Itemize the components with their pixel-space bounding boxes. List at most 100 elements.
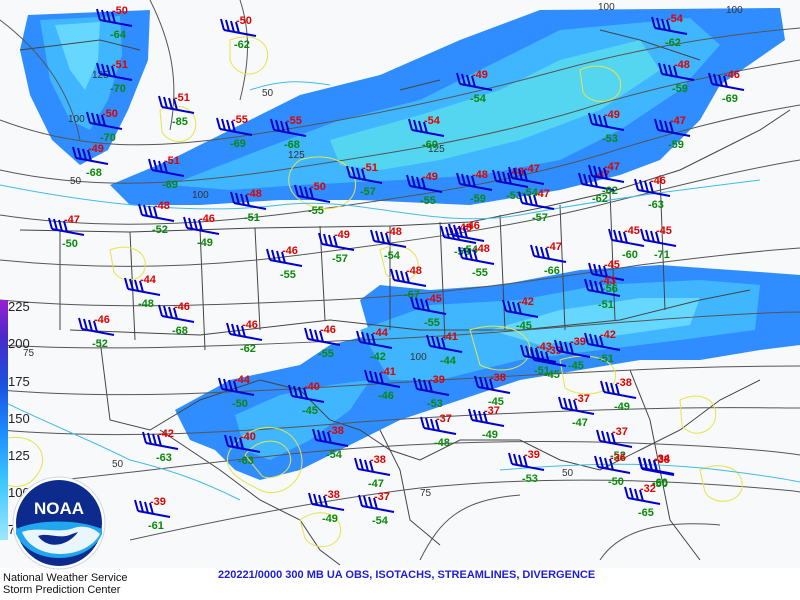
station-dewpoint: -49 <box>614 401 630 413</box>
station-temperature: -50 <box>236 15 252 27</box>
station-temperature: -39 <box>150 496 166 508</box>
station-dewpoint: -55 <box>420 195 436 207</box>
colorbar-label: 225 <box>8 299 30 314</box>
contour-label: 100 <box>726 5 743 16</box>
station-dewpoint: -68 <box>284 139 300 151</box>
station-temperature: -48 <box>154 200 170 212</box>
station-dewpoint: -53 <box>522 473 538 485</box>
station-dewpoint: -63 <box>648 199 664 211</box>
station-dewpoint: -70 <box>110 83 126 95</box>
org-line-2: Storm Prediction Center <box>3 584 121 596</box>
station-temperature: -41 <box>380 366 396 378</box>
station-dewpoint: -69 <box>162 179 178 191</box>
station-dewpoint: -61 <box>148 520 164 532</box>
colorbar-label: 150 <box>8 411 30 426</box>
station-dewpoint: -59 <box>470 193 486 205</box>
station-temperature: -46 <box>320 324 336 336</box>
colorbar-label: 125 <box>8 448 30 463</box>
station-temperature: -38 <box>490 372 506 384</box>
station-dewpoint: -44 <box>440 355 457 367</box>
station-temperature: -46 <box>650 175 666 187</box>
station-dewpoint: -54 <box>372 515 389 527</box>
contour-label: 50 <box>262 88 274 99</box>
station-dewpoint: -64 <box>110 29 127 41</box>
station-temperature: -42 <box>158 428 174 440</box>
station-temperature: -38 <box>616 377 632 389</box>
station-dewpoint: -49 <box>322 513 338 525</box>
contour-label: 50 <box>70 176 82 187</box>
station-temperature: -51 <box>174 92 190 104</box>
station-temperature: -50 <box>112 5 128 17</box>
station-dewpoint: -48 <box>138 298 154 310</box>
noaa-logo: NOAA <box>12 476 106 570</box>
station-dewpoint: -59 <box>672 83 688 95</box>
station-temperature: -37 <box>574 393 590 405</box>
station-temperature: -47 <box>670 115 686 127</box>
station-dewpoint: -45 <box>302 405 318 417</box>
station-dewpoint: -45 <box>544 369 560 381</box>
map-title: 220221/0000 300 MB UA OBS, ISOTACHS, STR… <box>218 569 596 581</box>
station-temperature: -49 <box>604 109 620 121</box>
station-temperature: -51 <box>164 155 180 167</box>
station-temperature: -55 <box>232 114 248 126</box>
station-dewpoint: -69 <box>230 138 246 150</box>
station-dewpoint: -68 <box>86 167 102 179</box>
station-dewpoint: -51 <box>244 212 260 224</box>
station-temperature: -46 <box>282 245 298 257</box>
station-dewpoint: -55 <box>318 348 334 360</box>
contour-label: 75 <box>420 488 432 499</box>
contour-label: 50 <box>562 468 574 479</box>
station-temperature: -38 <box>324 489 340 501</box>
station-temperature: -45 <box>604 259 620 271</box>
station-dewpoint: -51 <box>598 299 614 311</box>
station-dewpoint: -71 <box>654 249 670 261</box>
station-temperature: -37 <box>612 426 628 438</box>
contour-label: 100 <box>410 352 427 363</box>
station-dewpoint: -60 <box>422 139 438 151</box>
station-dewpoint: -85 <box>172 116 188 128</box>
station-dewpoint: -55 <box>424 317 440 329</box>
station-dewpoint: -53 <box>602 133 618 145</box>
station-dewpoint: -57 <box>332 253 348 265</box>
station-dewpoint: -57 <box>360 186 376 198</box>
station-dewpoint: -45 <box>516 320 532 332</box>
station-temperature: -48 <box>474 243 490 255</box>
weather-map: 225 200 175 150 125 100 75 100 100 100 1… <box>0 0 800 600</box>
station-dewpoint: -47 <box>368 478 384 490</box>
logo-text: NOAA <box>34 499 84 518</box>
station-temperature: -49 <box>334 229 350 241</box>
station-temperature: -40 <box>304 381 320 393</box>
station-dewpoint: -62 <box>665 37 681 49</box>
station-temperature: -37 <box>436 413 452 425</box>
station-temperature: -39 <box>570 336 586 348</box>
contour-label: 100 <box>68 114 85 125</box>
station-dewpoint: -62 <box>234 39 250 51</box>
station-dewpoint: -59 <box>668 139 684 151</box>
station-dewpoint: -52 <box>92 338 108 350</box>
station-temperature: -48 <box>246 188 262 200</box>
station-temperature: -38 <box>328 425 344 437</box>
station-temperature: -54 <box>424 115 441 127</box>
station-temperature: -46 <box>174 301 190 313</box>
station-dewpoint: -49 <box>197 237 213 249</box>
station-dewpoint: -52 <box>152 224 168 236</box>
station-temperature: -55 <box>286 115 302 127</box>
station-temperature: -48 <box>674 59 690 71</box>
station-temperature: -34 <box>654 453 671 465</box>
station-dewpoint: -54 <box>326 449 343 461</box>
station-dewpoint: -66 <box>544 265 560 277</box>
station-dewpoint: -68 <box>172 325 188 337</box>
station-temperature: -51 <box>362 162 378 174</box>
station-temperature: -43 <box>600 275 616 287</box>
station-temperature: -38 <box>370 454 386 466</box>
station-dewpoint: -62 <box>602 185 618 197</box>
station-temperature: -36 <box>610 452 626 464</box>
org-credit: National Weather Service Storm Predictio… <box>3 572 128 596</box>
station-temperature: -48 <box>386 226 402 238</box>
station-dewpoint: -47 <box>572 417 588 429</box>
contour-label: 100 <box>598 2 615 13</box>
station-dewpoint: -60 <box>622 249 638 261</box>
station-temperature: -47 <box>524 163 540 175</box>
station-dewpoint: -63 <box>156 452 172 464</box>
station-temperature: -48 <box>472 169 488 181</box>
